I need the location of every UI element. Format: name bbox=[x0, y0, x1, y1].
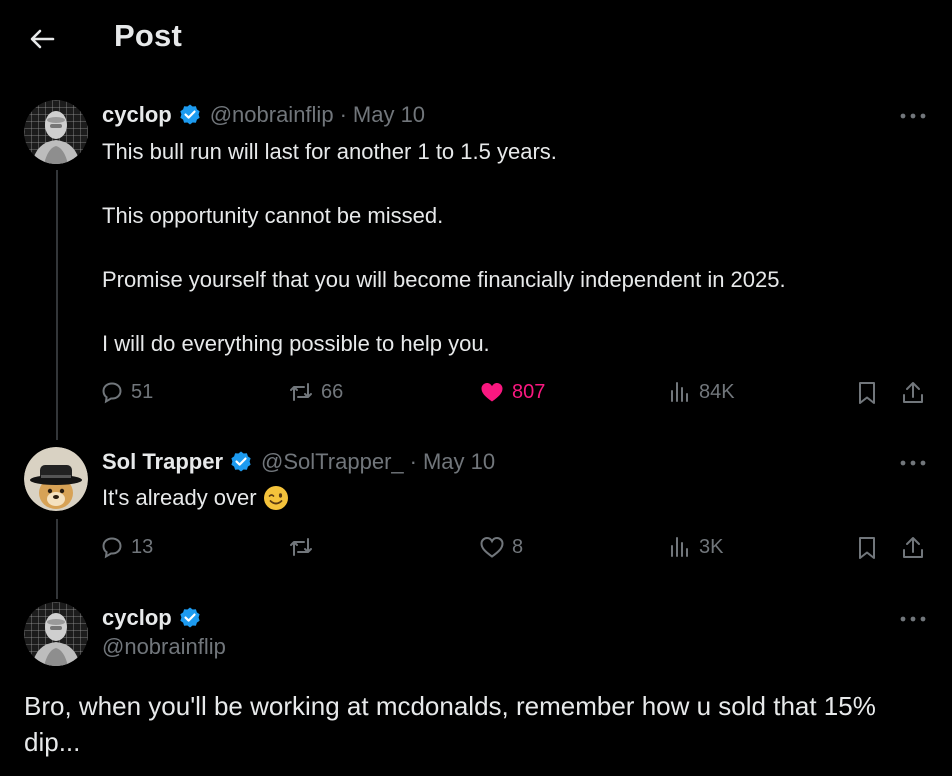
tweet-paragraph: This bull run will last for another 1 to… bbox=[102, 139, 557, 164]
repost-button[interactable]: 66 bbox=[288, 380, 343, 404]
tweet-paragraph-spacer bbox=[102, 232, 922, 264]
tweet-paragraph: Promise yourself that you will become fi… bbox=[102, 267, 786, 292]
reply-text: It's already over bbox=[102, 485, 257, 510]
more-options-button[interactable] bbox=[898, 106, 928, 126]
bookmark-button[interactable] bbox=[855, 380, 879, 406]
top-bar: Post bbox=[0, 0, 952, 78]
reply-button[interactable]: 51 bbox=[100, 380, 153, 404]
views-chart-icon bbox=[671, 537, 688, 557]
verified-badge-icon bbox=[180, 104, 200, 125]
thread-line bbox=[56, 519, 58, 599]
views-button[interactable]: 3K bbox=[668, 535, 723, 559]
like-button[interactable]: 8 bbox=[479, 535, 523, 559]
tweet-paragraph-spacer bbox=[102, 296, 922, 328]
bookmark-icon bbox=[859, 382, 875, 404]
post-date[interactable]: May 10 bbox=[423, 449, 495, 475]
more-dots-icon bbox=[900, 616, 926, 622]
tweet-paragraph: This opportunity cannot be missed. bbox=[102, 203, 444, 228]
view-count: 3K bbox=[699, 535, 724, 558]
avatar[interactable] bbox=[24, 602, 88, 666]
view-count: 84K bbox=[699, 380, 735, 403]
avatar[interactable] bbox=[24, 447, 88, 511]
tweet-paragraph: I will do everything possible to help yo… bbox=[102, 331, 490, 356]
winking-face-emoji bbox=[263, 485, 289, 511]
user-handle[interactable]: @nobrainflip bbox=[210, 102, 334, 128]
thread-line bbox=[56, 170, 58, 440]
display-name[interactable]: cyclop bbox=[102, 605, 172, 631]
like-button[interactable]: 807 bbox=[479, 380, 545, 404]
separator-dot: · bbox=[409, 449, 417, 474]
avatar-image bbox=[24, 602, 88, 666]
heart-filled-icon bbox=[481, 383, 503, 402]
tweet-header: Sol Trapper @SolTrapper_ · May 10 bbox=[102, 449, 495, 475]
tweet-text: This bull run will last for another 1 to… bbox=[102, 136, 922, 360]
more-options-button[interactable] bbox=[898, 609, 928, 629]
reply-icon bbox=[102, 537, 122, 559]
views-chart-icon bbox=[671, 382, 688, 402]
like-count: 8 bbox=[512, 535, 524, 558]
repost-button[interactable] bbox=[288, 535, 314, 559]
reply-count: 13 bbox=[131, 535, 154, 558]
avatar-image bbox=[24, 447, 88, 511]
reply-count: 51 bbox=[131, 380, 154, 403]
tweet-text: It's already over 😉 bbox=[102, 482, 922, 514]
repost-count: 66 bbox=[321, 380, 344, 403]
views-button[interactable]: 84K bbox=[668, 380, 735, 404]
share-button[interactable] bbox=[901, 380, 925, 406]
reply-button[interactable]: 13 bbox=[100, 535, 153, 559]
tweet-header: cyclop @nobrainflip · May 10 bbox=[102, 102, 425, 128]
share-button[interactable] bbox=[901, 535, 925, 561]
post-date[interactable]: May 10 bbox=[353, 102, 425, 128]
user-handle[interactable]: @SolTrapper_ bbox=[261, 449, 404, 475]
repost-icon bbox=[290, 538, 312, 556]
winking-face-icon bbox=[263, 486, 288, 510]
share-icon bbox=[903, 382, 923, 403]
tweet-actions: 51 66 807 84K bbox=[100, 380, 930, 410]
bookmark-button[interactable] bbox=[855, 535, 879, 561]
more-dots-icon bbox=[900, 460, 926, 466]
tweet-paragraph-spacer bbox=[102, 168, 922, 200]
like-count: 807 bbox=[512, 380, 546, 403]
separator-dot: · bbox=[339, 102, 347, 127]
avatar-image bbox=[24, 100, 88, 164]
repost-icon bbox=[290, 383, 312, 401]
display-name[interactable]: cyclop bbox=[102, 102, 172, 128]
reply-icon bbox=[102, 382, 122, 404]
bookmark-icon bbox=[859, 537, 875, 559]
user-handle[interactable]: @nobrainflip bbox=[102, 634, 226, 660]
more-options-button[interactable] bbox=[898, 453, 928, 473]
arrow-left-icon bbox=[30, 29, 55, 49]
back-button[interactable] bbox=[22, 22, 62, 56]
post-author: cyclop bbox=[102, 605, 202, 631]
share-icon bbox=[903, 537, 923, 558]
display-name[interactable]: Sol Trapper bbox=[102, 449, 223, 475]
verified-badge-icon bbox=[180, 607, 200, 628]
heart-outline-icon bbox=[480, 536, 504, 558]
more-dots-icon bbox=[900, 113, 926, 119]
verified-badge-icon bbox=[231, 451, 251, 472]
page-title: Post bbox=[114, 18, 182, 53]
tweet-actions: 13 8 3K bbox=[100, 535, 930, 565]
avatar[interactable] bbox=[24, 100, 88, 164]
main-post-text: Bro, when you'll be working at mcdonalds… bbox=[24, 691, 876, 757]
